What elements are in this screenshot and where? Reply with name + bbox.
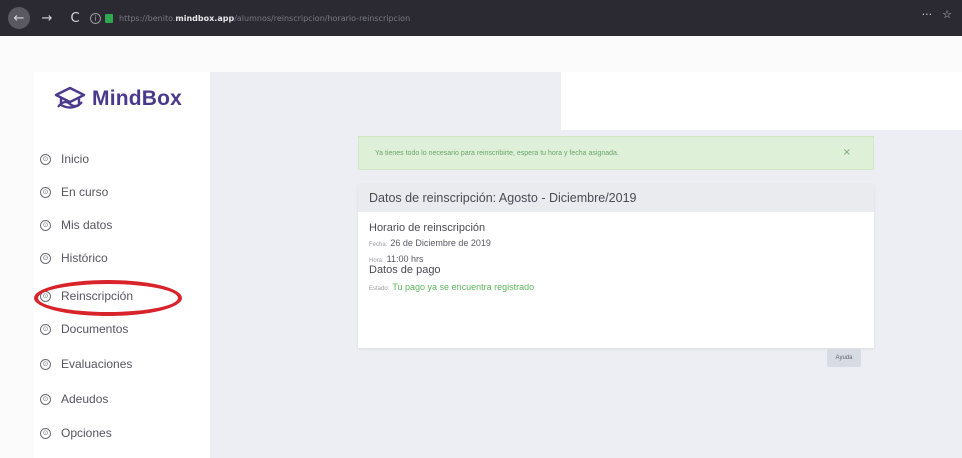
- browser-toolbar: ← → C i https://benito.mindbox.app/alumn…: [0, 0, 962, 36]
- circle-icon: ⊙: [40, 323, 51, 335]
- estado-label: Estado:: [369, 286, 390, 292]
- fecha-label: Fecha:: [369, 242, 388, 248]
- sidebar-item-label: Evaluaciones: [61, 357, 133, 371]
- circle-icon: ⊙: [40, 153, 51, 165]
- info-icon[interactable]: i: [90, 12, 101, 24]
- sidebar-item-label: Inicio: [61, 152, 90, 166]
- payment-title: Datos de pago: [369, 264, 441, 276]
- graduation-cap-icon: [54, 86, 86, 109]
- logo-text: MindBox: [92, 87, 183, 110]
- url-prefix: https://benito.: [119, 13, 176, 23]
- fecha-value: 26 de Diciembre de 2019: [390, 238, 491, 248]
- url-text[interactable]: https://benito.mindbox.app/alumnos/reins…: [119, 14, 410, 23]
- app-logo[interactable]: MindBox: [54, 86, 182, 112]
- hora-value: 11:00 hrs: [386, 254, 424, 264]
- circle-icon: ⊙: [40, 393, 51, 405]
- sidebar-item-label: Mis datos: [61, 218, 113, 232]
- sidebar-item-label: En curso: [61, 185, 109, 199]
- red-highlight-annotation: [34, 280, 182, 316]
- sidebar-item-en-curso[interactable]: ⊙ En curso: [40, 181, 108, 203]
- url-domain: mindbox.app: [175, 13, 235, 23]
- card-title: Datos de reinscripción: Agosto - Diciemb…: [358, 184, 874, 212]
- estado-field: Estado: Tu pago ya se encuentra registrad…: [369, 282, 534, 292]
- circle-icon: ⊙: [40, 427, 51, 439]
- close-icon[interactable]: ×: [843, 147, 851, 158]
- sidebar-item-label: Adeudos: [61, 392, 109, 406]
- estado-value: Tu pago ya se encuentra registrado: [392, 282, 535, 292]
- card-body: Horario de reinscripción Fecha: 26 de Dic…: [358, 212, 874, 367]
- schedule-title: Horario de reinscripción: [369, 222, 486, 234]
- circle-icon: ⊙: [40, 186, 51, 198]
- top-header-panel: [561, 72, 962, 130]
- reload-button[interactable]: C: [64, 7, 86, 29]
- bookmark-star-icon[interactable]: ☆: [942, 8, 952, 21]
- url-path: /alumnos/reinscripcion/horario-reinscrip…: [234, 13, 411, 23]
- lock-icon: [105, 13, 113, 23]
- sidebar-item-label: Opciones: [61, 426, 112, 440]
- screen: ← → C i https://benito.mindbox.app/alumn…: [0, 0, 962, 458]
- fecha-field: Fecha: 26 de Diciembre de 2019: [369, 238, 491, 248]
- success-alert: Ya tienes todo lo necesario para reinscr…: [358, 136, 874, 170]
- forward-button[interactable]: →: [36, 7, 58, 29]
- circle-icon: ⊙: [40, 219, 51, 231]
- circle-icon: ⊙: [40, 252, 51, 264]
- sidebar-item-label: Documentos: [61, 322, 129, 336]
- back-button[interactable]: ←: [8, 7, 30, 29]
- sidebar-item-label: Histórico: [61, 251, 108, 265]
- sidebar-item-mis-datos[interactable]: ⊙ Mis datos: [40, 214, 112, 236]
- sidebar-item-documentos[interactable]: ⊙ Documentos: [40, 318, 128, 340]
- sidebar-item-opciones[interactable]: ⊙ Opciones: [40, 422, 112, 444]
- help-button[interactable]: Ayuda: [827, 349, 861, 367]
- circle-icon: ⊙: [40, 358, 51, 370]
- page-actions-icon[interactable]: ···: [922, 8, 933, 21]
- sidebar-item-evaluaciones[interactable]: ⊙ Evaluaciones: [40, 353, 132, 375]
- sidebar-item-adeudos[interactable]: ⊙ Adeudos: [40, 388, 108, 410]
- sidebar-item-inicio[interactable]: ⊙ Inicio: [40, 148, 89, 170]
- alert-message: Ya tienes todo lo necesario para reinscr…: [375, 149, 619, 157]
- sidebar-item-historico[interactable]: ⊙ Histórico: [40, 247, 108, 269]
- hora-field: Hora: 11:00 hrs: [369, 254, 424, 264]
- address-bar[interactable]: i https://benito.mindbox.app/alumnos/rei…: [90, 8, 930, 28]
- reenrollment-card: Datos de reinscripción: Agosto - Diciemb…: [358, 184, 874, 367]
